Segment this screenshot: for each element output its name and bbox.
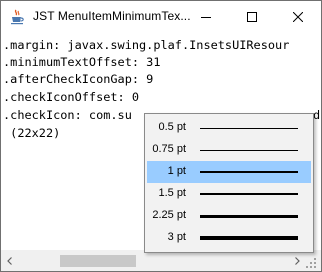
scrollbar-thumb[interactable] bbox=[60, 255, 136, 267]
close-icon bbox=[293, 11, 303, 22]
text-line-margin: .margin: javax.swing.plaf.InsetsUIResour bbox=[3, 38, 290, 52]
menu-item-label: 1 pt bbox=[167, 165, 186, 177]
text-line-after-check-icon-gap: .afterCheckIconGap: 9 bbox=[3, 72, 154, 86]
scroll-left-icon bbox=[6, 257, 12, 265]
scroll-left-button[interactable] bbox=[1, 251, 18, 271]
menu-item-3pt[interactable]: 3 pt bbox=[147, 227, 311, 249]
java-cup-icon[interactable] bbox=[9, 9, 25, 25]
maximize-button[interactable] bbox=[229, 1, 275, 32]
text-line-check-icon: .checkIcon: com.su bbox=[3, 108, 132, 122]
resize-grip-icon[interactable] bbox=[304, 255, 318, 269]
menu-item-0-75pt[interactable]: 0.75 pt bbox=[147, 139, 311, 161]
minimize-button[interactable] bbox=[183, 1, 229, 32]
text-line-overflow-char: d bbox=[313, 108, 321, 122]
line-width-sample bbox=[200, 171, 298, 173]
close-button[interactable] bbox=[275, 1, 321, 32]
horizontal-scrollbar[interactable] bbox=[1, 250, 321, 271]
menu-item-label: 0.75 pt bbox=[152, 143, 186, 155]
title-bar[interactable]: JST MenuItemMinimumTex... bbox=[1, 1, 321, 32]
line-width-sample bbox=[200, 215, 298, 218]
menu-item-label: 0.5 pt bbox=[158, 121, 186, 133]
scroll-right-icon bbox=[294, 257, 300, 265]
text-line-check-icon-offset: .checkIconOffset: 0 bbox=[3, 90, 140, 104]
text-line-minimum-text-offset: .minimumTextOffset: 31 bbox=[3, 55, 161, 69]
menu-item-label: 3 pt bbox=[167, 231, 186, 243]
line-width-sample bbox=[200, 128, 298, 129]
line-width-sample bbox=[200, 236, 298, 240]
line-width-sample bbox=[200, 150, 298, 151]
menu-item-label: 1.5 pt bbox=[158, 187, 186, 199]
menu-item-1pt[interactable]: 1 pt bbox=[147, 161, 311, 183]
line-width-popup-menu: 0.5 pt 0.75 pt 1 pt 1.5 pt 2.25 pt 3 pt bbox=[144, 113, 314, 253]
window-title: JST MenuItemMinimumTex... bbox=[33, 9, 191, 23]
line-width-sample bbox=[200, 193, 298, 195]
app-window: JST MenuItemMinimumTex... .margin: javax… bbox=[0, 0, 322, 272]
menu-item-2-25pt[interactable]: 2.25 pt bbox=[147, 205, 311, 227]
minimize-icon bbox=[201, 16, 211, 18]
scroll-right-button[interactable] bbox=[288, 251, 305, 271]
menu-item-1-5pt[interactable]: 1.5 pt bbox=[147, 183, 311, 205]
menu-item-0-5pt[interactable]: 0.5 pt bbox=[147, 117, 311, 139]
maximize-icon bbox=[247, 11, 257, 22]
text-line-icon-size: (22x22) bbox=[3, 126, 61, 140]
menu-item-label: 2.25 pt bbox=[152, 209, 186, 221]
